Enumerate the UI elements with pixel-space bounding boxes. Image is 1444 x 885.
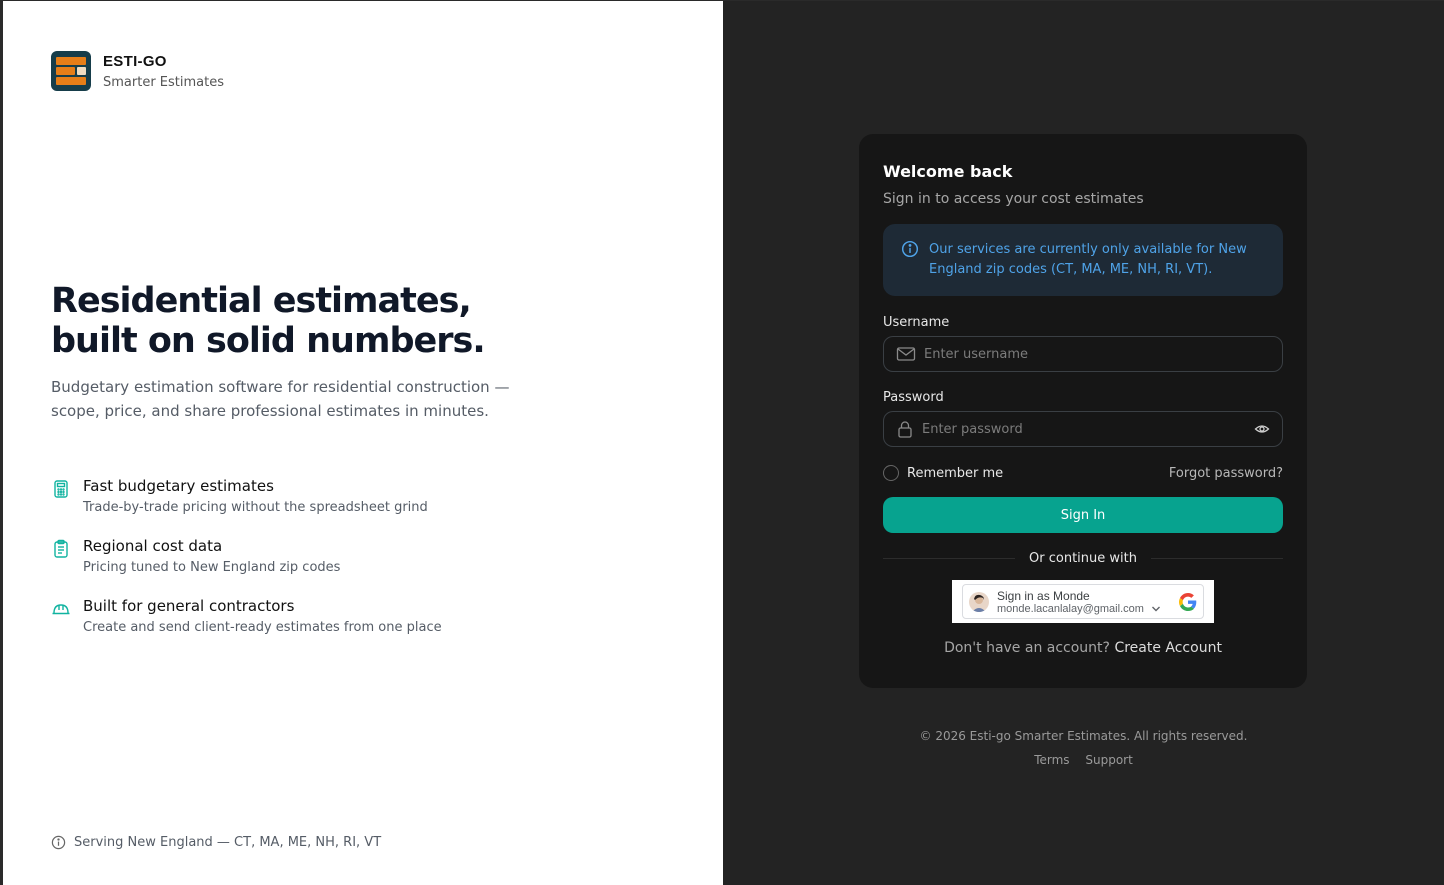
copyright: © 2026 Esti-go Smarter Estimates. All ri… [919,729,1248,743]
google-account-name: Sign in as Monde [997,588,1090,603]
signup-text: Don't have an account? [944,640,1110,656]
google-account-email: monde.lacanlalay@gmail.com [997,603,1179,615]
google-signin[interactable]: Sign in as Monde monde.lacanlalay@gmail.… [952,580,1214,623]
calculator-icon [54,480,68,498]
terms-link[interactable]: Terms [1034,753,1069,767]
chevron-down-icon [1151,606,1160,612]
login-subtitle: Sign in to access your cost estimates [883,191,1144,207]
feature-item: Fast budgetary estimates Trade-by-trade … [51,477,442,515]
sign-in-button[interactable]: Sign In [883,497,1283,533]
password-label: Password [883,390,944,405]
feature-desc: Create and send client-ready estimates f… [83,620,442,635]
support-link[interactable]: Support [1085,753,1132,767]
hero-title: Residential estimates, built on solid nu… [51,281,511,361]
info-icon [51,835,66,850]
left-panel: ESTI-GO Smarter Estimates Residential es… [0,0,723,885]
logo-icon [51,51,91,91]
hero: Residential estimates, built on solid nu… [51,281,511,423]
right-panel: Welcome back Sign in to access your cost… [723,0,1444,885]
feature-list: Fast budgetary estimates Trade-by-trade … [51,477,442,657]
username-label: Username [883,315,950,330]
service-notice-text: Our services are currently only availabl… [929,242,1247,277]
password-field[interactable] [883,411,1283,447]
feature-title: Regional cost data [83,537,223,555]
password-input[interactable] [922,421,1254,437]
brand: ESTI-GO Smarter Estimates [51,51,224,91]
feature-title: Built for general contractors [83,597,295,615]
info-icon [901,240,919,258]
remember-checkbox[interactable] [883,465,899,481]
feature-item: Built for general contractors Create and… [51,597,442,635]
username-input[interactable] [924,346,1270,362]
divider: Or continue with [883,551,1284,566]
google-signin-button[interactable]: Sign in as Monde monde.lacanlalay@gmail.… [962,584,1204,619]
create-account-link[interactable]: Create Account [1114,640,1222,656]
feature-title: Fast budgetary estimates [83,477,274,495]
feature-desc: Trade-by-trade pricing without the sprea… [83,500,428,515]
mail-icon [896,347,916,361]
username-field[interactable] [883,336,1283,372]
login-card: Welcome back Sign in to access your cost… [859,134,1307,688]
serving-note: Serving New England — CT, MA, ME, NH, RI… [51,835,381,850]
forgot-password-link[interactable]: Forgot password? [1169,466,1283,481]
serving-text: Serving New England — CT, MA, ME, NH, RI… [74,835,382,850]
clipboard-list-icon [54,539,68,558]
feature-item: Regional cost data Pricing tuned to New … [51,537,442,575]
brand-name: ESTI-GO [103,52,167,70]
hero-title-line2: built on solid numbers. [51,321,486,361]
signup-prompt: Don't have an account? Create Account [883,640,1283,656]
google-logo-icon [1179,592,1197,611]
footer: © 2026 Esti-go Smarter Estimates. All ri… [723,729,1444,767]
login-title: Welcome back [883,162,1013,181]
brand-tagline: Smarter Estimates [103,74,224,90]
hard-hat-icon [52,604,70,615]
service-notice: Our services are currently only availabl… [883,224,1283,296]
feature-desc: Pricing tuned to New England zip codes [83,560,341,575]
eye-icon[interactable] [1254,421,1270,437]
remember-me[interactable]: Remember me [883,465,1003,481]
divider-label: Or continue with [1029,551,1137,566]
hero-description: Budgetary estimation software for reside… [51,378,510,420]
avatar [969,591,989,612]
remember-label: Remember me [907,465,1004,481]
lock-icon [898,421,912,438]
hero-title-line1: Residential estimates, [51,281,472,321]
